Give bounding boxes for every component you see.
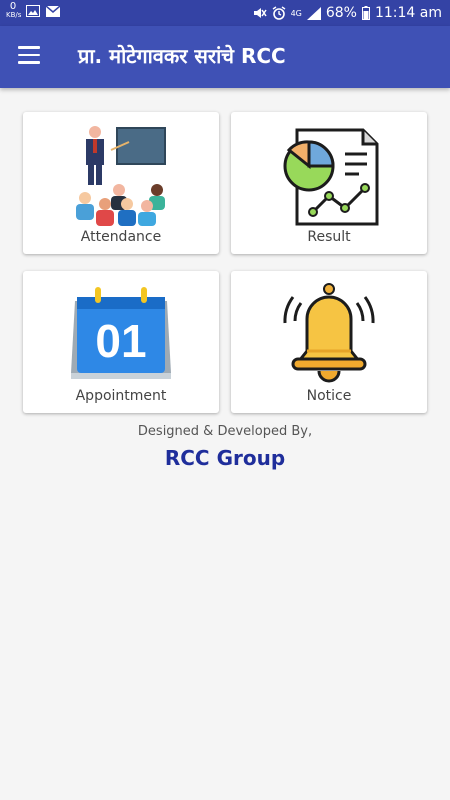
appointment-label: Appointment xyxy=(75,388,167,404)
signal-icon xyxy=(306,6,321,20)
status-right: 4G 68% 11:14 am xyxy=(253,5,442,21)
network-type: 4G xyxy=(290,8,302,18)
battery-icon xyxy=(361,6,370,20)
image-notification-icon xyxy=(26,5,40,17)
appointment-tile[interactable]: 01 Appointment xyxy=(23,271,219,413)
calendar-icon: 01 xyxy=(71,287,171,379)
status-bar: 0 KB/s 4G 68% 11:14 am xyxy=(0,0,450,26)
mail-icon xyxy=(46,5,60,17)
mute-icon xyxy=(253,8,267,18)
app-bar: प्रा. मोटेगावकर सरांचे RCC xyxy=(0,26,450,88)
status-left: 0 KB/s xyxy=(6,1,60,20)
alarm-icon xyxy=(272,6,285,20)
battery-percent: 68% xyxy=(325,5,357,21)
page-title: प्रा. मोटेगावकर सरांचे RCC xyxy=(78,44,286,68)
notice-label: Notice xyxy=(306,388,352,404)
net-speed-value: 0 xyxy=(9,1,17,12)
bell-icon xyxy=(283,283,375,383)
report-chart-icon xyxy=(283,128,379,226)
menu-icon[interactable] xyxy=(18,46,40,64)
net-speed: 0 KB/s xyxy=(6,1,22,20)
result-label: Result xyxy=(307,229,351,245)
calendar-day-number: 01 xyxy=(95,315,146,367)
company-name: RCC Group xyxy=(164,446,286,470)
attendance-label: Attendance xyxy=(80,229,162,245)
classroom-icon xyxy=(76,126,166,226)
attendance-tile[interactable]: Attendance xyxy=(23,112,219,254)
net-speed-unit: KB/s xyxy=(6,11,22,19)
clock: 11:14 am xyxy=(374,5,442,21)
result-tile[interactable]: Result xyxy=(231,112,427,254)
designed-by-text: Designed & Developed By, xyxy=(137,424,313,439)
notice-tile[interactable]: Notice xyxy=(231,271,427,413)
